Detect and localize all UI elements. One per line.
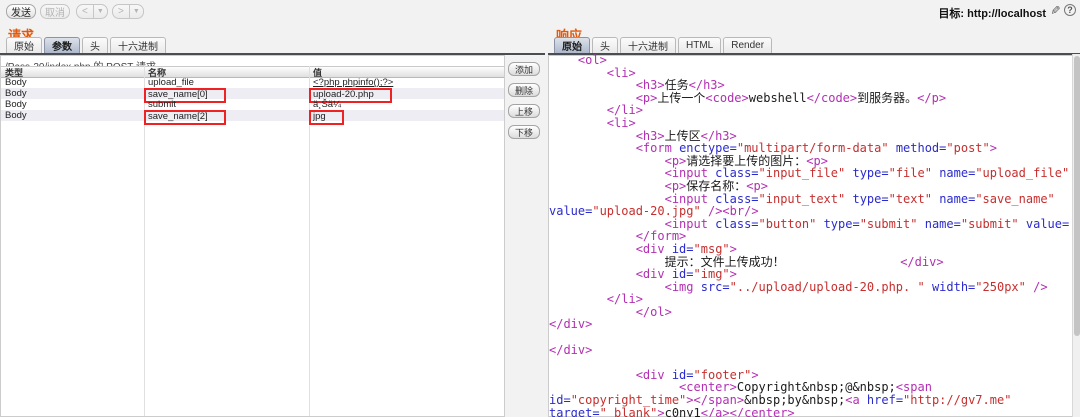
tab-头[interactable]: 头 bbox=[82, 37, 108, 53]
request-params-area: /Pass-20/index.php 的 POST 请求 类型 名称 值 Bod… bbox=[0, 55, 505, 417]
cell-value: ä¸Šä¼ bbox=[313, 99, 341, 110]
send-button[interactable]: 发送 bbox=[6, 4, 36, 19]
response-code[interactable]: <ol> <li> <h3>任务</h3> <p>上传一个<code>websh… bbox=[549, 54, 1070, 417]
prev-arrow-label: < bbox=[77, 5, 93, 18]
cell-value: <?php phpinfo();?> bbox=[313, 77, 393, 88]
param-button-上移[interactable]: 上移 bbox=[508, 104, 540, 118]
response-scrollbar[interactable] bbox=[1072, 54, 1080, 417]
next-dropdown-icon[interactable]: ▼ bbox=[129, 5, 143, 18]
scrollbar-thumb[interactable] bbox=[1074, 56, 1080, 336]
burp-repeater-window: 发送 取消 < ▼ > ▼ 目标: http://localhost ✎ ? 请… bbox=[0, 0, 1080, 417]
tab-原始[interactable]: 原始 bbox=[554, 37, 590, 53]
code-line bbox=[549, 331, 1070, 344]
annotation-box: save_name[2] bbox=[144, 110, 226, 125]
cell-name: save_name[2] bbox=[148, 110, 226, 125]
target-url: http://localhost bbox=[967, 8, 1046, 20]
cell-type: Body bbox=[5, 110, 27, 121]
param-button-添加[interactable]: 添加 bbox=[508, 62, 540, 76]
tab-Render[interactable]: Render bbox=[723, 37, 772, 53]
request-tabs: 原始参数头十六进制 bbox=[6, 36, 166, 53]
tab-十六进制[interactable]: 十六进制 bbox=[110, 37, 166, 53]
target-label: 目标: bbox=[938, 8, 964, 20]
target-display: 目标: http://localhost bbox=[938, 5, 1046, 21]
tab-头[interactable]: 头 bbox=[592, 37, 618, 53]
tab-参数[interactable]: 参数 bbox=[44, 37, 80, 53]
code-line: </ol> bbox=[549, 306, 1070, 319]
cell-name: upload_file bbox=[148, 77, 194, 88]
param-button-下移[interactable]: 下移 bbox=[508, 125, 540, 139]
help-icon[interactable]: ? bbox=[1064, 4, 1076, 16]
prev-dropdown-icon[interactable]: ▼ bbox=[93, 5, 107, 18]
code-line: </div> bbox=[549, 344, 1070, 357]
next-request-button[interactable]: > ▼ bbox=[112, 4, 144, 19]
table-row[interactable]: Body submit ä¸Šä¼ bbox=[1, 99, 504, 110]
edit-target-icon[interactable]: ✎ bbox=[1048, 5, 1062, 15]
cell-name: submit bbox=[148, 99, 176, 110]
tab-HTML[interactable]: HTML bbox=[678, 37, 721, 53]
cell-type: Body bbox=[5, 77, 27, 88]
param-button-删除[interactable]: 删除 bbox=[508, 83, 540, 97]
param-action-buttons: 添加删除上移下移 bbox=[508, 62, 540, 146]
table-row[interactable]: Body upload_file <?php phpinfo();?> bbox=[1, 77, 504, 88]
table-row[interactable]: Bodysave_name[2]jpg bbox=[1, 110, 504, 121]
table-row[interactable]: Bodysave_name[0]upload-20.php bbox=[1, 88, 504, 99]
prev-request-button[interactable]: < ▼ bbox=[76, 4, 108, 19]
code-line: </div> bbox=[549, 318, 1070, 331]
cell-type: Body bbox=[5, 88, 27, 99]
cancel-button[interactable]: 取消 bbox=[40, 4, 70, 19]
next-arrow-label: > bbox=[113, 5, 129, 18]
cell-type: Body bbox=[5, 99, 27, 110]
code-line: target="_blank">c0ny1</a></center> bbox=[549, 407, 1070, 417]
tab-原始[interactable]: 原始 bbox=[6, 37, 42, 53]
toolbar: 发送 取消 < ▼ > ▼ 目标: http://localhost ✎ ? bbox=[0, 0, 1080, 22]
tab-十六进制[interactable]: 十六进制 bbox=[620, 37, 676, 53]
annotation-box: jpg bbox=[309, 110, 344, 125]
cell-value: jpg bbox=[313, 110, 344, 125]
response-tabs: 原始头十六进制HTMLRender bbox=[554, 36, 772, 53]
